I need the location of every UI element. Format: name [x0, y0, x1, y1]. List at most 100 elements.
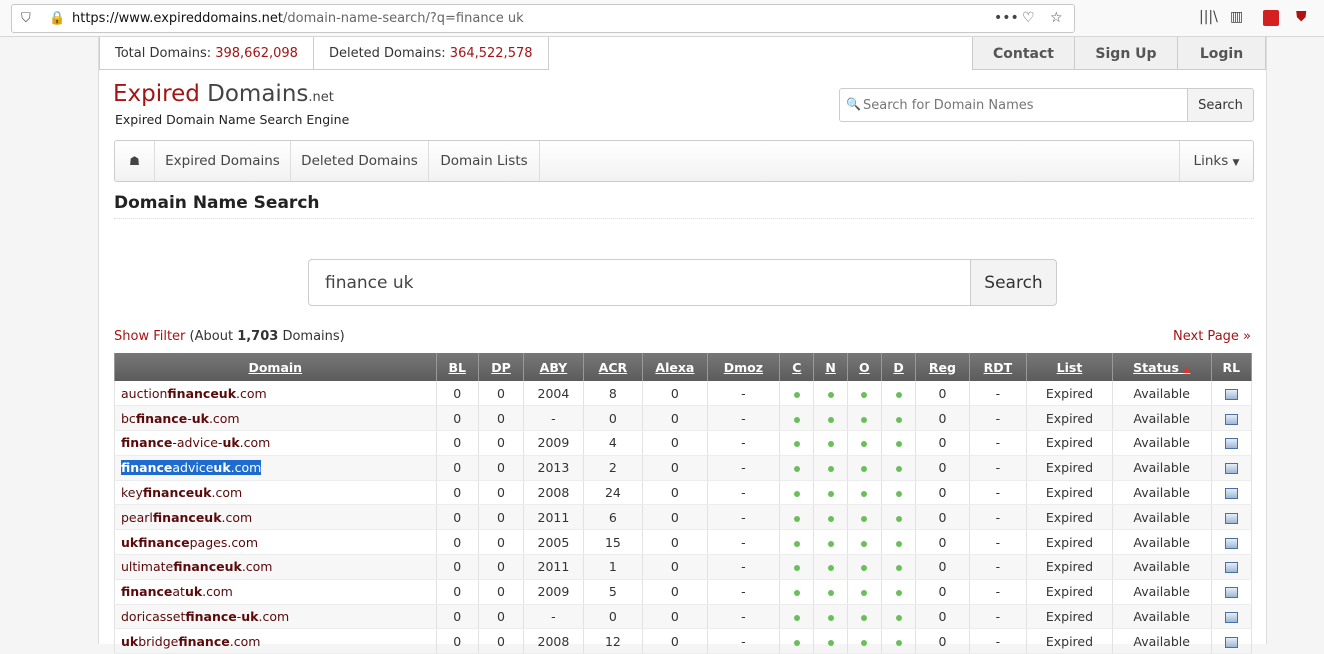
- domain-keyword: finance: [167, 385, 219, 401]
- domain-keyword: uk: [222, 435, 240, 451]
- alexa-cell: 0: [642, 604, 708, 630]
- status-cell[interactable]: Available: [1111, 480, 1212, 506]
- rl-icon[interactable]: [1224, 438, 1238, 450]
- rl-icon[interactable]: [1224, 413, 1238, 425]
- d-cell: [880, 529, 917, 556]
- col-c[interactable]: C: [779, 353, 815, 381]
- reg-cell: 0: [915, 604, 970, 630]
- status-cell[interactable]: Available: [1111, 628, 1212, 654]
- col-status[interactable]: Status ▲: [1111, 353, 1212, 381]
- rdt-cell: -: [968, 529, 1028, 556]
- col-d[interactable]: D: [880, 353, 917, 381]
- shield-icon[interactable]: ⛉: [21, 11, 31, 26]
- list-cell: Expired: [1026, 579, 1113, 605]
- col-rl[interactable]: RL: [1210, 353, 1253, 381]
- col-o[interactable]: O: [846, 353, 882, 381]
- rl-icon[interactable]: [1224, 463, 1238, 475]
- domain-part: key: [121, 485, 143, 501]
- sidebar-icon[interactable]: ▥: [1230, 9, 1243, 25]
- rl-icon[interactable]: [1224, 636, 1238, 648]
- header-search-button[interactable]: Search: [1187, 88, 1254, 122]
- c-cell: [779, 455, 815, 481]
- col-dmoz[interactable]: Dmoz: [706, 353, 781, 381]
- acr-cell: 1: [582, 554, 644, 580]
- url-text[interactable]: https://www.expireddomains.net/domain-na…: [72, 11, 524, 26]
- bookmark-star-icon[interactable]: ☆: [1050, 10, 1063, 26]
- rl-icon[interactable]: [1224, 537, 1238, 549]
- menu-deleted-domains[interactable]: Deleted Domains: [291, 141, 429, 181]
- col-domain[interactable]: Domain: [114, 353, 437, 381]
- domain-part: .com: [230, 460, 262, 476]
- col-list[interactable]: List: [1026, 353, 1113, 381]
- rl-icon[interactable]: [1224, 488, 1238, 500]
- contact-link[interactable]: Contact: [972, 37, 1075, 70]
- status-cell[interactable]: Available: [1111, 455, 1212, 481]
- library-icon[interactable]: |||\: [1199, 9, 1218, 25]
- status-cell[interactable]: Available: [1111, 604, 1212, 630]
- aby-cell: 2011: [523, 504, 584, 531]
- rl-icon[interactable]: [1224, 562, 1238, 574]
- domain-link[interactable]: pearlfinanceuk.com: [121, 510, 252, 525]
- domain-link[interactable]: ukbridgefinance.com: [121, 634, 260, 649]
- main-search-button[interactable]: Search: [970, 259, 1057, 306]
- rl-cell: [1210, 604, 1253, 630]
- col-rdt[interactable]: RDT: [968, 353, 1028, 381]
- status-cell[interactable]: Available: [1111, 579, 1212, 605]
- status-dot-icon: [793, 491, 800, 498]
- domain-link[interactable]: doricassetfinance-uk.com: [121, 609, 289, 624]
- site-logo[interactable]: Expired Domains.net: [113, 81, 334, 107]
- status-cell[interactable]: Available: [1111, 504, 1212, 531]
- table-row: pearlfinanceuk.com 0 0 2011 6 0-0- Expired Avai…: [114, 504, 1253, 531]
- login-link[interactable]: Login: [1177, 37, 1266, 70]
- address-bar[interactable]: ⛉ 🔒 https://www.expireddomains.net/domai…: [11, 4, 1075, 33]
- status-cell[interactable]: Available: [1111, 405, 1212, 432]
- col-reg[interactable]: Reg: [915, 353, 970, 381]
- menu-domain-lists[interactable]: Domain Lists: [429, 141, 540, 181]
- more-icon[interactable]: •••: [994, 10, 1019, 26]
- col-aby[interactable]: ABY: [523, 353, 584, 381]
- col-n[interactable]: N: [813, 353, 848, 381]
- domain-link[interactable]: auctionfinanceuk.com: [121, 386, 267, 401]
- signup-link[interactable]: Sign Up: [1074, 37, 1178, 70]
- alexa-cell: 0: [642, 504, 708, 531]
- list-cell: Expired: [1026, 529, 1113, 556]
- rl-icon[interactable]: [1224, 587, 1238, 599]
- domain-link[interactable]: financeadviceuk.com: [121, 460, 262, 476]
- domain-link[interactable]: bcfinance-uk.com: [121, 411, 240, 426]
- menu-expired-domains[interactable]: Expired Domains: [155, 141, 291, 181]
- header-search-input[interactable]: [839, 88, 1188, 122]
- status-cell[interactable]: Available: [1111, 554, 1212, 580]
- ublock-icon[interactable]: ⛊: [1296, 9, 1307, 25]
- dp-cell: 0: [477, 480, 525, 506]
- col-dp[interactable]: DP: [477, 353, 525, 381]
- status-cell[interactable]: Available: [1111, 381, 1212, 407]
- browser-toolbar: ⛉ 🔒 https://www.expireddomains.net/domai…: [0, 0, 1324, 37]
- main-search: Search: [308, 259, 1057, 306]
- status-cell[interactable]: Available: [1111, 430, 1212, 456]
- col-acr[interactable]: ACR: [582, 353, 644, 381]
- domain-link[interactable]: finance-advice-uk.com: [121, 435, 270, 450]
- rl-icon[interactable]: [1224, 612, 1238, 624]
- domain-link[interactable]: financeatuk.com: [121, 584, 233, 599]
- domain-part: .com: [208, 410, 240, 426]
- rl-icon[interactable]: [1224, 512, 1238, 524]
- domain-link[interactable]: ukfinancepages.com: [121, 535, 258, 550]
- c-cell: [779, 604, 815, 630]
- domain-link[interactable]: keyfinanceuk.com: [121, 485, 242, 500]
- col-bl[interactable]: BL: [435, 353, 479, 381]
- status-dot-icon: [895, 441, 902, 448]
- show-filter-link[interactable]: Show Filter: [114, 329, 185, 344]
- extension-icon[interactable]: [1263, 10, 1279, 26]
- domain-cell: ultimatefinanceuk.com: [114, 554, 437, 580]
- status-cell[interactable]: Available: [1111, 529, 1212, 556]
- col-alexa[interactable]: Alexa: [642, 353, 708, 381]
- home-icon[interactable]: ☗: [115, 141, 155, 181]
- domain-link[interactable]: ultimatefinanceuk.com: [121, 559, 272, 574]
- rl-icon[interactable]: [1224, 388, 1238, 400]
- main-search-input[interactable]: [308, 259, 971, 306]
- lock-icon[interactable]: 🔒: [49, 11, 65, 26]
- pocket-icon[interactable]: ♡: [1022, 10, 1035, 26]
- menu-links-dropdown[interactable]: Links ▼: [1179, 141, 1253, 181]
- next-page-link[interactable]: Next Page »: [1173, 329, 1251, 344]
- domain-cell: ukfinancepages.com: [114, 529, 437, 556]
